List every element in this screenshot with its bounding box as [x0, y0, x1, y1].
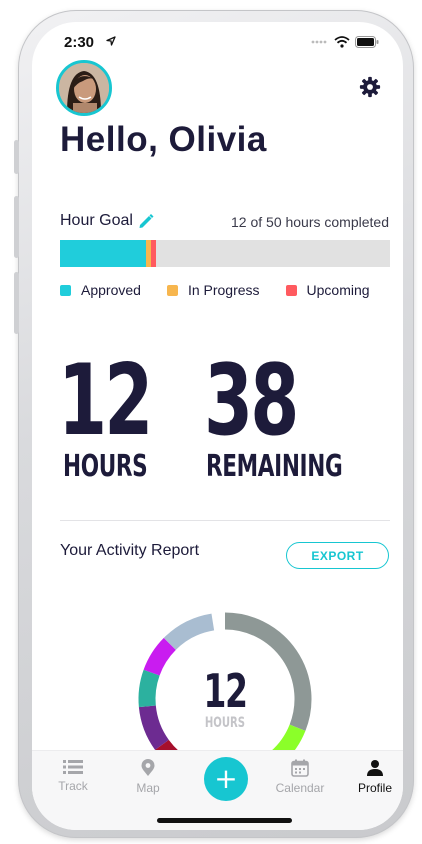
pencil-icon[interactable]	[137, 212, 155, 230]
calendar-icon	[291, 759, 309, 777]
legend-label: Approved	[81, 282, 141, 298]
remaining-stat: 38 REMAINING	[204, 352, 395, 482]
legend-item: Approved	[60, 282, 141, 298]
legend-label: In Progress	[187, 282, 260, 298]
legend-swatch	[166, 284, 178, 296]
legend-swatch	[285, 284, 297, 296]
remaining-caption: REMAINING	[206, 449, 343, 484]
donut-hours-value: 12	[203, 664, 248, 718]
goal-progress-text: 12 of 50 hours completed	[231, 214, 389, 230]
greeting-heading: Hello, Olivia	[60, 120, 267, 159]
person-icon	[367, 760, 383, 776]
avatar-photo	[59, 63, 109, 113]
hour-goal-text: Hour Goal	[60, 212, 133, 229]
tab-map-label: Map	[136, 781, 160, 795]
progress-legend: Approved In Progress Upcoming	[60, 282, 396, 298]
legend-item: In Progress	[166, 282, 260, 298]
volume-up-button	[14, 196, 19, 258]
user-avatar[interactable]	[56, 60, 112, 116]
mute-switch	[14, 140, 19, 174]
export-button[interactable]: EXPORT	[286, 542, 389, 569]
add-entry-button[interactable]: +	[204, 757, 248, 801]
hour-goal-progress-bar	[60, 240, 390, 267]
hour-goal-label[interactable]: Hour Goal	[60, 212, 155, 230]
signal-dots-icon	[311, 40, 327, 44]
legend-item: Upcoming	[285, 282, 370, 298]
tab-track-label: Track	[58, 779, 88, 793]
status-bar: 2:30	[32, 22, 403, 62]
wifi-icon	[334, 36, 350, 48]
home-indicator	[157, 818, 292, 823]
list-icon	[63, 760, 83, 774]
hours-stat: 12 HOURS	[58, 352, 186, 482]
tab-calendar[interactable]: Calendar	[270, 759, 330, 795]
legend-swatch	[60, 284, 71, 296]
volume-down-button	[14, 272, 19, 334]
hours-value: 12	[58, 344, 153, 458]
tab-calendar-label: Calendar	[275, 781, 325, 795]
activity-report-title: Your Activity Report	[60, 542, 200, 559]
app-screen: 2:30 Hello, Olivia Hour Goal 12 of 50 ho…	[32, 22, 403, 830]
status-time: 2:30	[64, 34, 95, 51]
hours-caption: HOURS	[63, 449, 148, 484]
section-divider	[60, 520, 390, 521]
location-arrow-icon	[106, 36, 116, 46]
legend-label: Upcoming	[306, 282, 370, 298]
donut-hours-caption: HOURS	[204, 715, 246, 731]
tab-map[interactable]: Map	[118, 759, 178, 795]
status-indicators	[311, 36, 379, 48]
tab-profile[interactable]: Profile	[345, 759, 403, 795]
gear-icon[interactable]	[359, 76, 381, 98]
remaining-value: 38	[204, 344, 299, 458]
progress-segment-upcoming	[150, 240, 156, 267]
tab-track[interactable]: Track	[43, 759, 103, 793]
map-pin-icon	[141, 759, 155, 776]
progress-segment-approved	[60, 240, 146, 267]
battery-icon	[355, 36, 379, 48]
tab-profile-label: Profile	[357, 781, 392, 795]
